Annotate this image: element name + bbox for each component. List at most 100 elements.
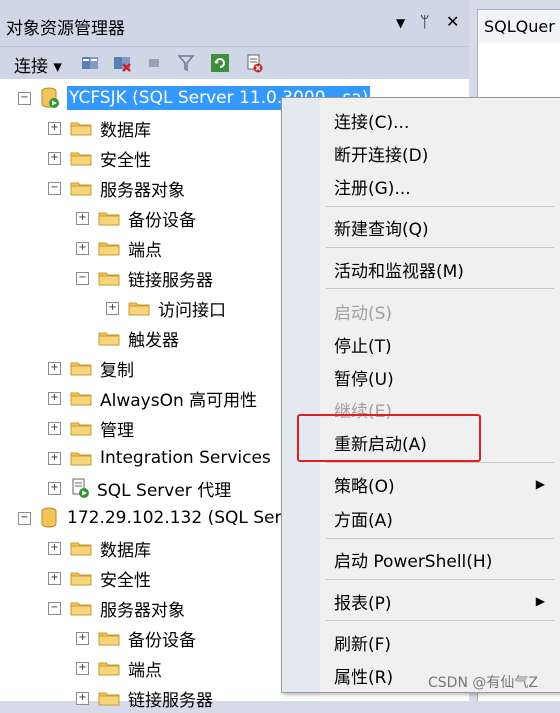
stop-icon[interactable] (144, 53, 164, 73)
connect-dropdown-button[interactable]: 连接 ▾ (14, 52, 62, 77)
menu-separator (326, 462, 554, 463)
tree-node-label: 安全性 (100, 150, 151, 171)
expand-icon[interactable]: + (48, 151, 61, 165)
menu-item-stop[interactable]: 停止(T) (334, 332, 392, 357)
expand-icon[interactable]: + (48, 421, 61, 435)
tree-node-label: SQL Server 代理 (97, 480, 232, 501)
expand-icon[interactable]: + (48, 391, 61, 405)
menu-separator (326, 247, 554, 248)
submenu-arrow-icon: ▶ (535, 594, 545, 608)
tree-node-label: 172.29.102.132 (SQL Server) (67, 508, 316, 528)
agent-icon (72, 478, 89, 498)
menu-item-disconnect[interactable]: 断开连接(D) (334, 141, 428, 166)
folder-icon (128, 302, 150, 316)
collapse-icon[interactable]: − (48, 601, 61, 615)
tree-node-label: 数据库 (100, 120, 151, 141)
expand-icon[interactable]: + (48, 571, 61, 585)
menu-item-refresh[interactable]: 刷新(F) (334, 630, 391, 655)
expand-icon[interactable]: + (48, 541, 61, 555)
folder-icon (98, 212, 120, 226)
collapse-icon[interactable]: − (48, 181, 61, 195)
collapse-icon[interactable]: − (18, 91, 31, 105)
tree-node-label: 服务器对象 (100, 180, 185, 201)
folder-icon (98, 332, 120, 346)
panel-title: 对象资源管理器 (6, 19, 125, 39)
tree-node[interactable]: + 链接服务器 (76, 683, 213, 713)
pin-icon[interactable]: ᛘ (420, 12, 430, 31)
tab-sqlquery[interactable]: SQLQuer (477, 9, 560, 44)
menu-item-connect[interactable]: 连接(C)... (334, 108, 409, 133)
folder-icon (98, 692, 120, 706)
server-icon (41, 507, 57, 528)
tree-node[interactable]: + 数据库 (48, 113, 151, 143)
tree-node[interactable]: + 端点 (76, 233, 162, 263)
menu-item-activity-monitor[interactable]: 活动和监视器(M) (334, 257, 464, 282)
tree-node[interactable]: − 172.29.102.132 (SQL Server) (18, 503, 316, 533)
folder-icon (98, 272, 120, 286)
filter-icon[interactable] (176, 53, 196, 73)
submenu-arrow-icon: ▶ (535, 477, 545, 491)
collapse-icon[interactable]: − (18, 511, 31, 525)
expand-icon[interactable]: + (48, 361, 61, 375)
tree-node[interactable]: − 链接服务器 (76, 263, 213, 293)
tree-node[interactable]: + 备份设备 (76, 623, 196, 653)
folder-icon (70, 602, 92, 616)
tree-node-label: 端点 (128, 660, 162, 681)
menu-icon-strip (282, 98, 320, 692)
disconnect-server-icon[interactable] (112, 53, 132, 73)
menu-item-facets[interactable]: 方面(A) (334, 506, 393, 531)
folder-icon (70, 422, 92, 436)
tab-sqlquery-label: SQLQuer (484, 17, 555, 36)
tree-node[interactable]: + 复制 (48, 353, 134, 383)
tree-node[interactable]: − 服务器对象 (48, 593, 185, 623)
menu-item-properties[interactable]: 属性(R) (334, 663, 393, 688)
tree-node[interactable]: + SQL Server 代理 (48, 473, 231, 503)
tree-node[interactable]: + 访问接口 (106, 293, 226, 323)
expand-icon[interactable]: + (48, 121, 61, 135)
tree-node[interactable]: + 端点 (76, 653, 162, 683)
tree-node-label: 管理 (100, 420, 134, 441)
menu-item-pause[interactable]: 暂停(U) (334, 365, 394, 390)
collapse-icon[interactable]: − (76, 271, 89, 285)
menu-item-start-powershell[interactable]: 启动 PowerShell(H) (334, 547, 492, 572)
folder-icon (70, 542, 92, 556)
menu-item-new-query[interactable]: 新建查询(Q) (334, 215, 429, 240)
tree-node[interactable]: + 管理 (48, 413, 134, 443)
expand-icon[interactable]: + (76, 211, 89, 225)
tree-node-label: 复制 (100, 360, 134, 381)
tree-node[interactable]: 触发器 (76, 323, 179, 353)
tree-node[interactable]: + AlwaysOn 高可用性 (48, 383, 257, 413)
restart-highlight-box (297, 414, 481, 462)
menu-item-reports[interactable]: 报表(P) (334, 589, 392, 614)
tree-node-label: 触发器 (128, 330, 179, 351)
tree-node[interactable]: + 安全性 (48, 563, 151, 593)
expand-icon[interactable]: + (48, 451, 61, 465)
tree-node[interactable]: − 服务器对象 (48, 173, 185, 203)
tree-node-label: Integration Services (100, 448, 271, 468)
folder-icon (70, 182, 92, 196)
tree-node-label: 链接服务器 (128, 690, 213, 711)
folder-icon (70, 122, 92, 136)
close-icon[interactable]: ✕ (446, 12, 459, 31)
tree-node[interactable]: + 数据库 (48, 533, 151, 563)
expand-icon[interactable]: + (76, 631, 89, 645)
expand-icon[interactable]: + (76, 241, 89, 255)
expand-icon[interactable]: + (76, 691, 89, 705)
menu-item-register[interactable]: 注册(G)... (334, 174, 411, 199)
expand-icon[interactable]: + (106, 301, 119, 315)
activity-monitor-icon[interactable] (244, 53, 264, 73)
menu-item-start: 启动(S) (334, 304, 393, 324)
dropdown-icon[interactable]: ▼ (396, 16, 405, 30)
expand-icon[interactable]: + (48, 481, 61, 495)
refresh-icon[interactable] (210, 53, 230, 73)
menu-item-policies[interactable]: 策略(O) (334, 472, 395, 497)
folder-icon (98, 662, 120, 676)
expand-icon[interactable]: + (76, 661, 89, 675)
tree-node-label: 备份设备 (128, 630, 196, 651)
server-context-menu: 连接(C)... 断开连接(D) 注册(G)... 新建查询(Q) 活动和监视器… (281, 97, 560, 693)
folder-icon (70, 152, 92, 166)
connect-server-icon[interactable] (80, 53, 100, 73)
tree-node[interactable]: + Integration Services (48, 443, 271, 473)
tree-node[interactable]: + 安全性 (48, 143, 151, 173)
tree-node[interactable]: + 备份设备 (76, 203, 196, 233)
